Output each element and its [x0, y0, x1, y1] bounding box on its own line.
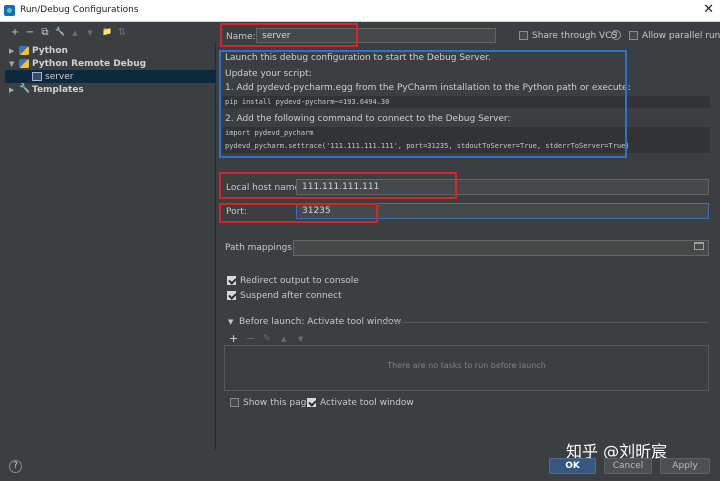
- checkbox[interactable]: [519, 31, 528, 40]
- apply-button[interactable]: Apply: [660, 458, 710, 474]
- remove-icon[interactable]: −: [24, 27, 36, 38]
- task-up-icon[interactable]: ▲: [281, 335, 286, 343]
- folder-icon[interactable]: 📁: [101, 27, 113, 36]
- wrench-icon[interactable]: 🔧: [54, 27, 66, 36]
- tree-item-python[interactable]: ▶ Python: [5, 44, 216, 57]
- mappings-input[interactable]: [293, 240, 709, 256]
- before-launch-arrow-icon[interactable]: ▼: [228, 318, 233, 326]
- suspend-checkbox[interactable]: Suspend after connect: [227, 291, 342, 301]
- share-vcs-label: Share through VCS: [532, 31, 618, 41]
- move-down-icon[interactable]: ▼: [84, 29, 96, 37]
- highlight-info: [219, 50, 627, 158]
- sort-icon[interactable]: ⇅: [116, 27, 128, 38]
- cancel-button[interactable]: Cancel: [604, 458, 652, 474]
- activate-tool-window-checkbox[interactable]: Activate tool window: [307, 398, 414, 408]
- move-up-icon[interactable]: ▲: [69, 29, 81, 37]
- task-down-icon[interactable]: ▼: [298, 335, 303, 343]
- tree-item-python-remote-debug[interactable]: ▼ Python Remote Debug: [5, 57, 216, 70]
- tasks-list[interactable]: There are no tasks to run before launch: [224, 345, 709, 391]
- checkbox[interactable]: [227, 276, 236, 285]
- before-launch-label: Before launch: Activate tool window: [239, 317, 402, 327]
- checkbox[interactable]: [227, 291, 236, 300]
- highlight-name: [220, 23, 358, 47]
- tree-item-templates[interactable]: ▶ 🔧 Templates: [5, 83, 216, 96]
- collapse-arrow-icon[interactable]: ▼: [9, 60, 19, 68]
- tree-item-label: Templates: [32, 84, 84, 95]
- show-page-checkbox[interactable]: Show this page: [230, 398, 312, 408]
- expand-arrow-icon[interactable]: ▶: [9, 47, 19, 55]
- checkbox[interactable]: [307, 398, 316, 407]
- tree-item-label: Python Remote Debug: [32, 58, 147, 69]
- show-page-label: Show this page: [243, 398, 312, 408]
- config-icon: [32, 72, 42, 81]
- highlight-host: [219, 172, 457, 199]
- task-add-icon[interactable]: +: [229, 332, 238, 345]
- divider: [381, 322, 709, 323]
- allow-parallel-label: Allow parallel run: [642, 31, 720, 41]
- ok-button[interactable]: OK: [549, 458, 596, 474]
- window-title: Run/Debug Configurations: [20, 5, 139, 15]
- task-edit-icon[interactable]: ✎: [263, 334, 271, 344]
- python-remote-debug-icon: [19, 59, 29, 68]
- tree-item-label: Python: [32, 45, 68, 56]
- add-icon[interactable]: +: [9, 27, 21, 38]
- help-button[interactable]: ?: [9, 460, 22, 473]
- copy-icon[interactable]: ⧉: [39, 27, 51, 38]
- config-tree[interactable]: ▶ Python ▼ Python Remote Debug server ▶ …: [5, 42, 216, 450]
- checkbox[interactable]: [629, 31, 638, 40]
- share-vcs-checkbox[interactable]: Share through VCS: [519, 31, 617, 41]
- redirect-output-label: Redirect output to console: [240, 276, 359, 286]
- help-icon[interactable]: ?: [611, 30, 621, 40]
- highlight-port: [219, 203, 378, 223]
- wrench-icon: 🔧: [19, 84, 31, 94]
- activate-tool-window-label: Activate tool window: [320, 398, 414, 408]
- task-remove-icon[interactable]: −: [246, 332, 255, 345]
- folder-browse-icon[interactable]: [694, 242, 704, 250]
- expand-arrow-icon[interactable]: ▶: [9, 86, 19, 94]
- empty-tasks-text: There are no tasks to run before launch: [387, 361, 546, 370]
- redirect-output-checkbox[interactable]: Redirect output to console: [227, 276, 359, 286]
- suspend-label: Suspend after connect: [240, 291, 342, 301]
- allow-parallel-checkbox[interactable]: Allow parallel run: [629, 31, 720, 41]
- python-icon: [19, 46, 29, 55]
- app-icon: [4, 5, 15, 16]
- tree-item-label: server: [45, 71, 74, 82]
- checkbox[interactable]: [230, 398, 239, 407]
- close-icon[interactable]: ✕: [703, 2, 714, 17]
- mappings-label: Path mappings:: [225, 243, 295, 253]
- title-bar: Run/Debug Configurations ✕: [0, 0, 720, 22]
- tree-item-server[interactable]: server: [5, 70, 216, 83]
